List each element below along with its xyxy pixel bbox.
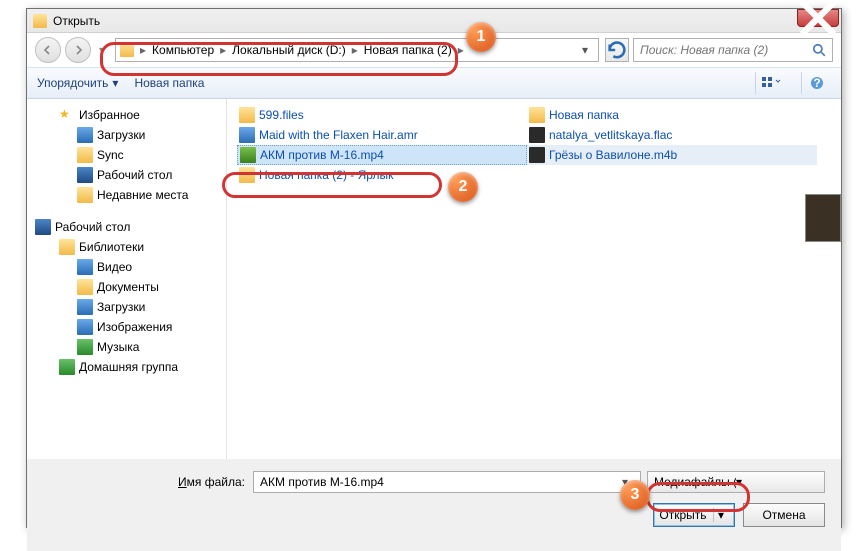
preview-thumbnail (805, 194, 841, 242)
help-button[interactable]: ? (801, 72, 831, 94)
address-dropdown[interactable]: ▾ (576, 43, 594, 57)
sync-icon (77, 147, 93, 163)
chevron-down-icon: ▾ (736, 475, 818, 489)
sidebar-recent[interactable]: Недавние места (29, 185, 224, 205)
audio-icon (529, 147, 545, 163)
homegroup-icon (59, 359, 75, 375)
music-icon (77, 339, 93, 355)
video-icon (240, 147, 256, 163)
sidebar-downloads2[interactable]: Загрузки (29, 297, 224, 317)
shortcut-icon (239, 167, 255, 183)
body-area: ★Избранное Загрузки Sync Рабочий стол Не… (27, 99, 841, 459)
file-item[interactable]: natalya_vetlitskaya.flac (527, 125, 817, 145)
video-icon (77, 259, 93, 275)
sidebar-favorites[interactable]: ★Избранное (29, 105, 224, 125)
new-folder-button[interactable]: Новая папка (134, 76, 204, 90)
refresh-icon (606, 39, 628, 61)
audio-icon (239, 127, 255, 143)
chevron-right-icon: ▸ (456, 43, 466, 57)
breadcrumb-folder[interactable]: Новая папка (2) (360, 39, 456, 61)
open-dialog-window: Открыть ▾ ▸ Компьютер ▸ Локальный диск (… (26, 8, 842, 528)
file-item[interactable]: 599.files (237, 105, 527, 125)
refresh-button[interactable] (605, 38, 629, 62)
filename-label: ИИмя файла:мя файла: (43, 475, 253, 489)
sidebar-homegroup[interactable]: Домашняя группа (29, 357, 224, 377)
sidebar-sync[interactable]: Sync (29, 145, 224, 165)
recent-icon (77, 187, 93, 203)
navigation-pane[interactable]: ★Избранное Загрузки Sync Рабочий стол Не… (27, 99, 227, 459)
sidebar-desktop-root[interactable]: Рабочий стол (29, 217, 224, 237)
chevron-right-icon: ▸ (350, 43, 360, 57)
filename-dropdown[interactable]: ▾ (616, 475, 634, 489)
search-icon (812, 43, 826, 57)
back-button[interactable] (35, 37, 61, 63)
titlebar: Открыть (27, 9, 841, 33)
cancel-button[interactable]: Отмена (743, 503, 825, 527)
file-item[interactable]: Грёзы о Вавилоне.m4b (527, 145, 817, 165)
sidebar-libraries[interactable]: Библиотеки (29, 237, 224, 257)
toolbar: Упорядочить▾ Новая папка ? (27, 67, 841, 99)
close-button[interactable] (797, 9, 839, 27)
downloads-icon (77, 299, 93, 315)
desktop-icon (77, 167, 93, 183)
tiles-icon (761, 76, 781, 90)
folder-icon (120, 43, 134, 57)
folder-icon (529, 107, 545, 123)
downloads-icon (77, 127, 93, 143)
breadcrumb-drive[interactable]: Локальный диск (D:) (228, 39, 350, 61)
file-item[interactable]: Новая папка (527, 105, 817, 125)
filetype-select[interactable]: Медиафайлы (все типы) (*.wn▾ (647, 471, 825, 493)
desktop-icon (35, 219, 51, 235)
address-bar[interactable]: ▸ Компьютер ▸ Локальный диск (D:) ▸ Нова… (115, 38, 599, 62)
search-box[interactable] (633, 38, 833, 62)
sidebar-documents[interactable]: Документы (29, 277, 224, 297)
help-icon: ? (810, 76, 824, 90)
file-item[interactable]: Новая папка (2) - Ярлык (237, 165, 527, 185)
navigation-bar: ▾ ▸ Компьютер ▸ Локальный диск (D:) ▸ Но… (27, 33, 841, 67)
nav-history-dropdown[interactable]: ▾ (95, 37, 109, 63)
pictures-icon (77, 319, 93, 335)
documents-icon (77, 279, 93, 295)
file-item[interactable]: Maid with the Flaxen Hair.amr (237, 125, 527, 145)
search-input[interactable] (640, 43, 812, 57)
window-title: Открыть (53, 14, 100, 28)
forward-button[interactable] (65, 37, 91, 63)
chevron-down-icon: ▾ (112, 76, 118, 90)
app-icon (33, 14, 47, 28)
filename-input[interactable] (260, 475, 616, 489)
file-list-pane[interactable]: 599.files Maid with the Flaxen Hair.amr … (227, 99, 841, 459)
sidebar-videos[interactable]: Видео (29, 257, 224, 277)
folder-icon (239, 107, 255, 123)
file-item-selected[interactable]: АКМ против М-16.mp4 (237, 145, 527, 165)
libraries-icon (59, 239, 75, 255)
sidebar-pictures[interactable]: Изображения (29, 317, 224, 337)
audio-icon (529, 127, 545, 143)
sidebar-downloads[interactable]: Загрузки (29, 125, 224, 145)
star-icon: ★ (59, 107, 75, 123)
breadcrumb-computer[interactable]: Компьютер (148, 39, 218, 61)
sidebar-desktop[interactable]: Рабочий стол (29, 165, 224, 185)
open-button[interactable]: Открыть▾ (653, 503, 735, 527)
organize-menu[interactable]: Упорядочить▾ (37, 76, 118, 90)
sidebar-music[interactable]: Музыка (29, 337, 224, 357)
open-dropdown-icon[interactable]: ▾ (713, 508, 729, 522)
svg-text:?: ? (813, 76, 820, 90)
bottom-panel: ИИмя файла:мя файла: ▾ Медиафайлы (все т… (27, 459, 841, 551)
filename-field[interactable]: ▾ (253, 471, 641, 493)
chevron-right-icon: ▸ (138, 43, 148, 57)
view-options-button[interactable] (755, 72, 785, 94)
chevron-right-icon: ▸ (218, 43, 228, 57)
